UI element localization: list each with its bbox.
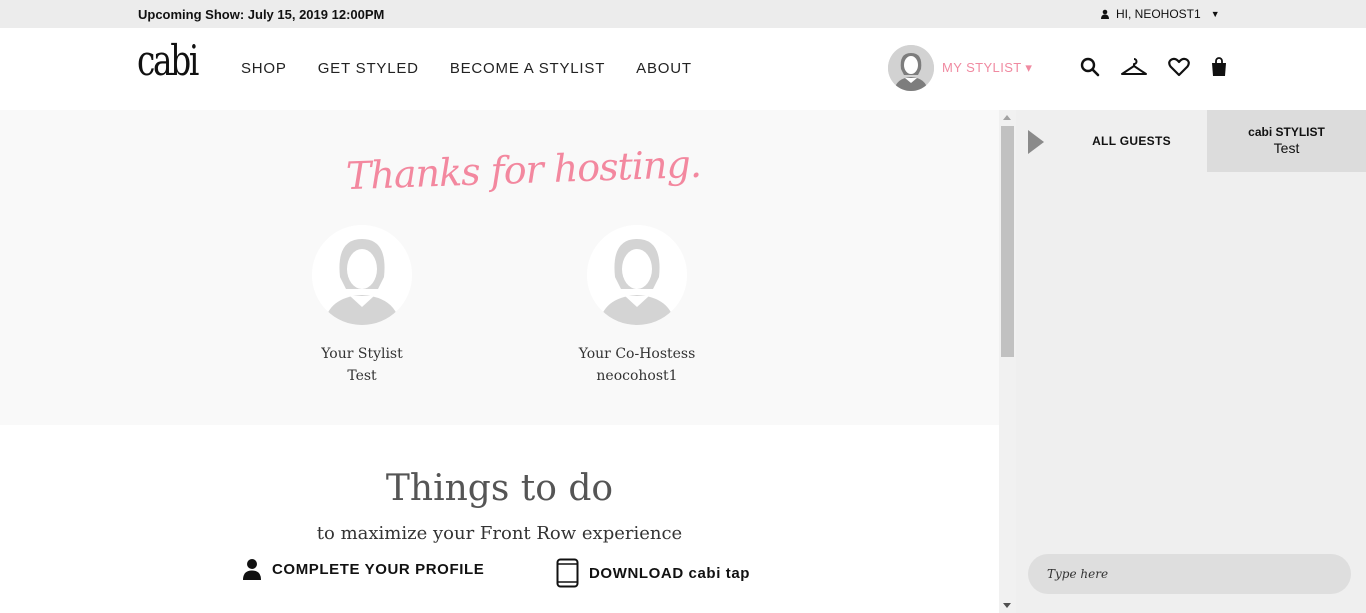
nav-become-a-stylist[interactable]: BECOME A STYLIST (450, 60, 605, 77)
heart-icon[interactable] (1168, 57, 1190, 77)
download-app-label: DOWNLOAD cabi tap (589, 564, 751, 582)
chat-input[interactable] (1028, 554, 1351, 594)
my-stylist-label: MY STYLIST ▾ (942, 60, 1033, 75)
hero-section: Thanks for hosting. Your Stylist Test Yo… (0, 110, 999, 425)
logo[interactable]: cabi (137, 36, 199, 85)
top-bar: Upcoming Show: July 15, 2019 12:00PM HI,… (0, 0, 1366, 28)
tab-cabi-stylist[interactable]: cabi STYLIST Test (1207, 110, 1366, 172)
stylist-role: Your Stylist (321, 346, 403, 362)
scrollbar-thumb[interactable] (1001, 126, 1014, 357)
things-to-do-title: Things to do (385, 468, 614, 509)
shopping-bag-icon[interactable] (1210, 57, 1228, 77)
complete-profile-link[interactable]: COMPLETE YOUR PROFILE (242, 558, 484, 580)
cohostess-role: Your Co-Hostess (578, 346, 696, 362)
scrollbar[interactable] (999, 110, 1016, 613)
nav-about[interactable]: ABOUT (636, 60, 692, 77)
my-stylist-menu[interactable]: MY STYLIST ▾ (888, 45, 1032, 91)
things-to-do-subtitle: to maximize your Front Row experience (316, 523, 683, 544)
stylist-avatar (888, 45, 934, 91)
cohostess-card: Your Co-Hostess neocohost1 (552, 225, 722, 387)
nav-get-styled[interactable]: GET STYLED (318, 60, 419, 77)
user-greeting: HI, NEOHOST1 (1116, 7, 1201, 21)
avatar-placeholder-icon (587, 225, 687, 325)
stylist-photo (312, 225, 412, 325)
tab-all-guests[interactable]: ALL GUESTS (1056, 110, 1207, 172)
cohostess-name: neocohost1 (596, 368, 678, 384)
avatar-placeholder-icon (312, 225, 412, 325)
caret-down-icon: ▼ (1210, 9, 1220, 19)
tab-stylist-name: Test (1273, 140, 1300, 156)
user-menu[interactable]: HI, NEOHOST1 ▼ (1100, 7, 1220, 21)
scroll-up-arrow-icon[interactable] (1003, 115, 1011, 120)
upcoming-show-text: Upcoming Show: July 15, 2019 12:00PM (138, 7, 385, 22)
search-icon[interactable] (1080, 57, 1100, 77)
stylist-card: Your Stylist Test (277, 225, 447, 387)
hanger-icon[interactable] (1120, 57, 1148, 77)
thanks-headline: Thanks for hosting. (345, 141, 702, 199)
stylist-name: Test (347, 368, 377, 384)
download-app-link[interactable]: DOWNLOAD cabi tap (556, 558, 750, 588)
chat-panel: ALL GUESTS cabi STYLIST Test (1016, 110, 1366, 613)
user-icon (1101, 9, 1109, 19)
phone-icon (556, 558, 579, 588)
collapse-panel-icon[interactable] (1028, 130, 1044, 154)
cohostess-photo (587, 225, 687, 325)
complete-profile-label: COMPLETE YOUR PROFILE (272, 560, 485, 578)
main-nav: SHOP GET STYLED BECOME A STYLIST ABOUT (241, 60, 692, 77)
scroll-down-arrow-icon[interactable] (1003, 603, 1011, 608)
avatar-placeholder-icon (888, 45, 934, 91)
header-icons (1080, 57, 1228, 77)
main-content: Thanks for hosting. Your Stylist Test Yo… (0, 110, 999, 613)
user-icon (243, 559, 261, 580)
tab-stylist-title: cabi STYLIST (1248, 125, 1325, 139)
site-header: cabi SHOP GET STYLED BECOME A STYLIST AB… (0, 28, 1366, 110)
nav-shop[interactable]: SHOP (241, 60, 287, 77)
